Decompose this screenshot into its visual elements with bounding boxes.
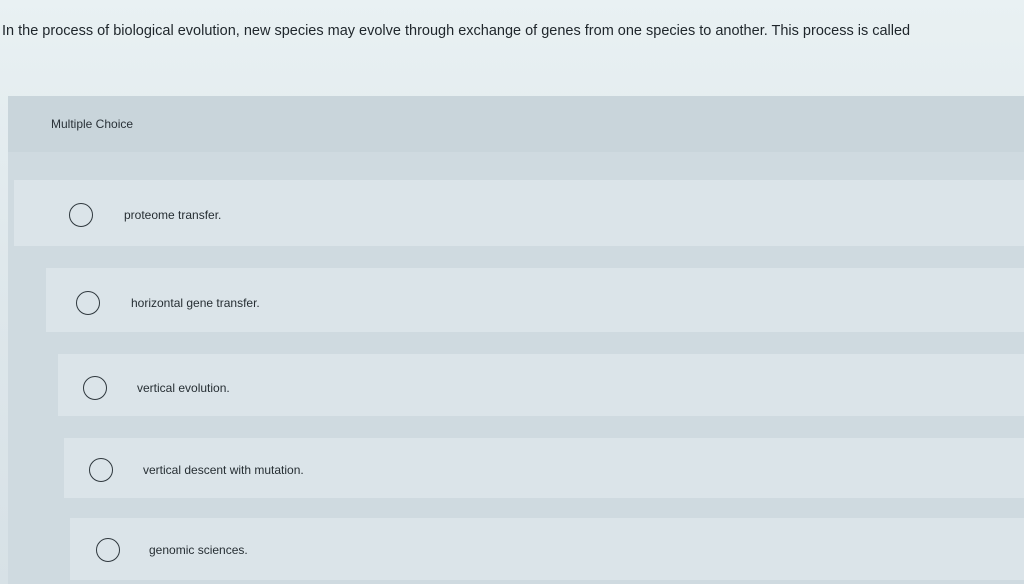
question-text: In the process of biological evolution, … [2, 23, 911, 39]
answer-option-label: horizontal gene transfer. [131, 296, 260, 310]
question-type-header [8, 96, 1024, 152]
radio-button-icon[interactable] [89, 458, 113, 482]
radio-button-icon[interactable] [96, 538, 120, 562]
answer-option-proteome-transfer[interactable]: proteome transfer. [14, 180, 1024, 246]
radio-button-icon[interactable] [83, 376, 107, 400]
answer-option-horizontal-gene-transfer[interactable]: horizontal gene transfer. [46, 268, 1024, 332]
radio-button-icon[interactable] [69, 203, 93, 227]
answer-option-genomic-sciences[interactable]: genomic sciences. [70, 518, 1024, 580]
answer-panel [8, 96, 1024, 584]
answer-option-vertical-descent-with-mutation[interactable]: vertical descent with mutation. [64, 438, 1024, 498]
answer-option-label: genomic sciences. [149, 543, 248, 557]
answer-option-label: proteome transfer. [124, 208, 222, 222]
answer-option-vertical-evolution[interactable]: vertical evolution. [58, 354, 1024, 416]
answer-option-label: vertical evolution. [137, 381, 230, 395]
radio-button-icon[interactable] [76, 291, 100, 315]
answer-option-label: vertical descent with mutation. [143, 463, 304, 477]
question-type-label: Multiple Choice [51, 117, 134, 131]
